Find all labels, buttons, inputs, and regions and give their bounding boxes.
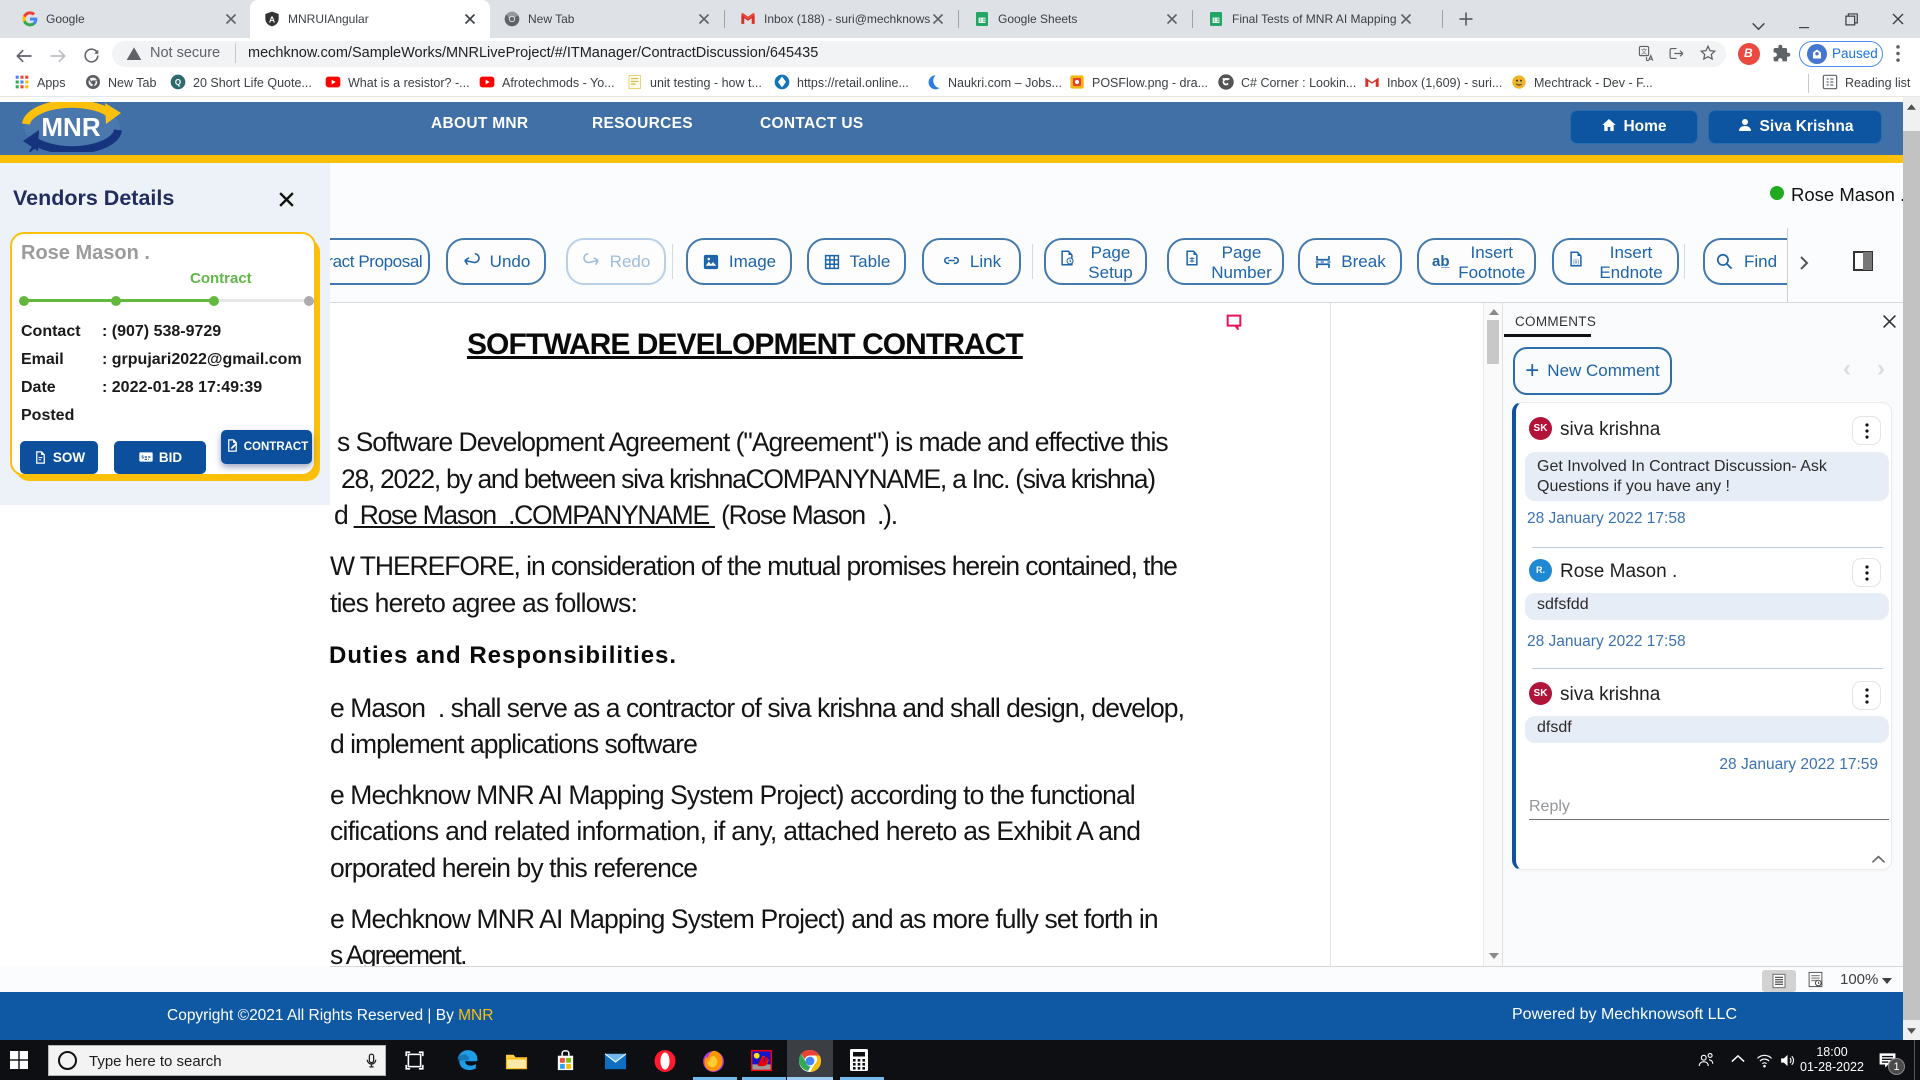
svg-text:A: A <box>269 14 276 24</box>
svg-text:Q: Q <box>175 78 181 87</box>
svg-text:[ii]: [ii] <box>1573 260 1579 266</box>
svg-text:$: $ <box>141 455 144 460</box>
svg-text:文: 文 <box>1641 47 1648 56</box>
svg-text:MNR: MNR <box>41 112 100 142</box>
